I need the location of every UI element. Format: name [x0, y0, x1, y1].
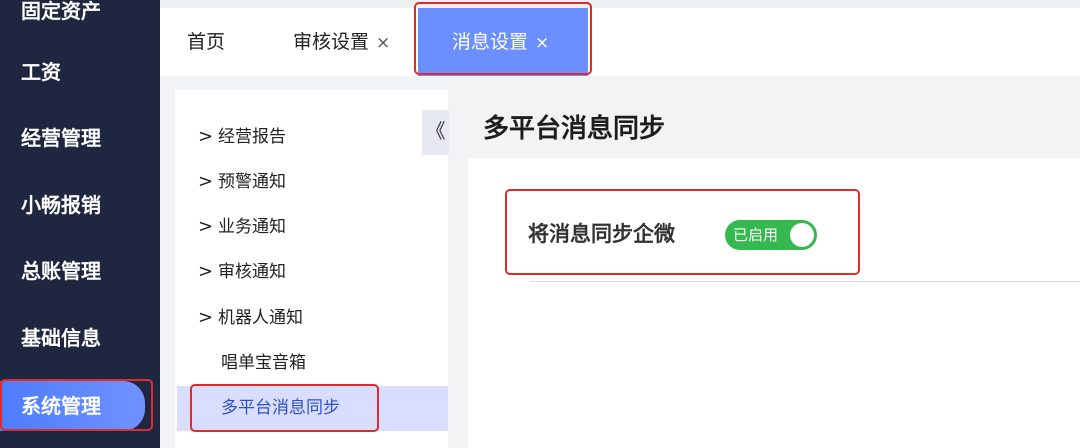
sidebar-item-business-management[interactable]: 经营管理: [0, 113, 160, 163]
toggle-status-text: 已启用: [733, 226, 779, 244]
settings-tree-panel: > 经营报告 > 预警通知 > 业务通知 > 审核通知 > 机器人通知 唱单宝音箱 多平台…: [175, 90, 448, 448]
tree-item-label: 唱单宝音箱: [221, 353, 306, 373]
sidebar-item-expense[interactable]: 小畅报销: [0, 180, 160, 230]
tree-item-business-notice[interactable]: > 业务通知: [175, 204, 448, 249]
tree-item-label: 机器人通知: [218, 308, 303, 328]
tab-home[interactable]: 首页: [187, 8, 225, 76]
tree-item-speaker[interactable]: 唱单宝音箱: [175, 341, 448, 386]
tree-item-label: 审核通知: [218, 262, 286, 282]
content-body: [468, 158, 1080, 448]
page-title: 多平台消息同步: [483, 114, 666, 144]
tab-bar-top-strip: [160, 0, 1080, 8]
tree-item-business-report[interactable]: > 经营报告: [175, 114, 448, 159]
tab-review-settings[interactable]: 审核设置 ×: [293, 8, 390, 76]
chevron-right-icon: >: [198, 126, 214, 147]
tree-item-review-notice[interactable]: > 审核通知: [175, 249, 448, 294]
tab-home-label: 首页: [187, 31, 226, 53]
sidebar-item-fixed-assets[interactable]: 固定资产: [0, 0, 160, 36]
close-icon[interactable]: ×: [535, 33, 549, 53]
close-icon[interactable]: ×: [376, 33, 390, 53]
chevron-right-icon: >: [198, 307, 214, 328]
tree-item-label: 业务通知: [218, 217, 286, 237]
collapse-icon[interactable]: 《: [422, 110, 449, 155]
sidebar: 固定资产 工资 经营管理 小畅报销 总账管理 基础信息 系统管理: [0, 0, 160, 448]
chevron-right-icon: >: [198, 171, 214, 192]
tree-item-label: 预警通知: [218, 172, 286, 192]
tree-item-robot-notice[interactable]: > 机器人通知: [175, 295, 448, 340]
sidebar-item-basic-info[interactable]: 基础信息: [0, 313, 160, 363]
chevron-right-icon: >: [198, 261, 214, 282]
divider: [530, 281, 1080, 282]
tree-item-multi-platform-sync[interactable]: 多平台消息同步: [177, 386, 448, 431]
tab-message-settings-label: 消息设置: [452, 31, 529, 53]
tree-item-label: 经营报告: [218, 127, 286, 147]
sidebar-item-ledger[interactable]: 总账管理: [0, 246, 160, 296]
setting-label: 将消息同步企微: [528, 222, 675, 246]
tree-item-warning-notice[interactable]: > 预警通知: [175, 159, 448, 204]
chevron-right-icon: >: [198, 216, 214, 237]
tab-message-settings[interactable]: 消息设置 ×: [418, 8, 588, 76]
toggle-knob: [790, 223, 814, 247]
tree-item-label: 多平台消息同步: [221, 398, 340, 418]
sidebar-item-system-management[interactable]: 系统管理: [0, 381, 145, 431]
tab-review-settings-label: 审核设置: [293, 31, 370, 53]
wecom-sync-toggle[interactable]: 已启用: [725, 220, 817, 250]
sidebar-item-salary[interactable]: 工资: [0, 47, 160, 97]
